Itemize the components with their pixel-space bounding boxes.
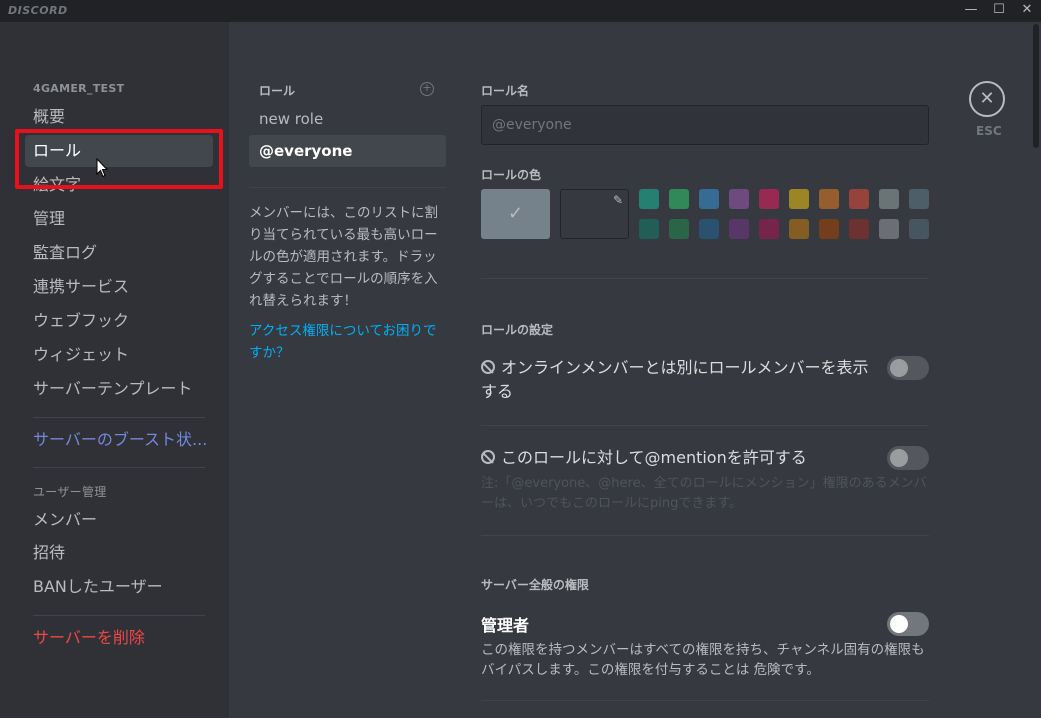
roles-list-header: ロール [259, 84, 296, 98]
role-name-label: ロール名 [481, 84, 530, 98]
sidebar-item-moderation[interactable]: 管理 [25, 203, 213, 235]
color-swatch[interactable] [639, 219, 659, 239]
role-settings-header: ロールの設定 [481, 323, 554, 337]
hoist-setting-text: オンラインメンバーとは別にロールメンバーを表示する [481, 358, 869, 401]
mention-setting-label: このロールに対して@mentionを許可する [481, 446, 871, 470]
default-color-swatch[interactable]: ✓ [481, 189, 550, 239]
sidebar-item-server-boost[interactable]: サーバーのブースト状... [25, 424, 213, 456]
minimize-button[interactable]: — [956, 0, 986, 22]
sidebar-item-delete-server[interactable]: サーバーを削除 [25, 622, 213, 654]
close-window-button[interactable]: ✕ [1012, 0, 1041, 22]
color-swatch[interactable] [639, 189, 659, 209]
sidebar-item-bans[interactable]: BANしたユーザー [25, 571, 213, 603]
toggle-knob [890, 359, 908, 377]
user-management-header: ユーザー管理 [33, 485, 107, 499]
hoist-setting-label: オンラインメンバーとは別にロールメンバーを表示する [481, 356, 871, 404]
color-swatch[interactable] [729, 189, 749, 209]
color-swatch[interactable] [669, 189, 689, 209]
section-divider [481, 535, 929, 536]
blocked-icon [481, 360, 495, 374]
permissions-help-link[interactable]: アクセス権限についてお困りですか？ [249, 320, 449, 364]
role-item-new-role[interactable]: new role [249, 103, 446, 135]
esc-label: ESC [976, 124, 1002, 138]
role-name-input[interactable]: @everyone [481, 105, 929, 145]
administrator-description: この権限を持つメンバーはすべての権限を持ち、チャンネル固有の権限もバイパスします… [481, 642, 925, 678]
color-swatch[interactable] [729, 219, 749, 239]
sidebar-item-audit-log[interactable]: 監査ログ [25, 237, 213, 269]
custom-color-swatch[interactable]: ✎ [560, 189, 629, 239]
color-palette [639, 189, 931, 241]
mention-note: 注:「@everyone、@here、全てのロールにメンション」権限のあるメンバ… [481, 476, 927, 511]
mention-toggle[interactable] [887, 446, 929, 470]
title-bar: DISCORD — ☐ ✕ [0, 0, 1041, 22]
color-swatch[interactable] [789, 189, 809, 209]
color-swatch[interactable] [669, 219, 689, 239]
color-swatch[interactable] [879, 189, 899, 209]
section-divider [481, 278, 929, 279]
color-swatch[interactable] [849, 219, 869, 239]
sidebar-item-invites[interactable]: 招待 [25, 537, 213, 569]
eyedropper-icon: ✎ [612, 193, 623, 207]
maximize-button[interactable]: ☐ [984, 0, 1014, 22]
role-item-everyone[interactable]: @everyone [249, 135, 446, 167]
mention-setting-text: このロールに対して@mentionを許可する [501, 448, 807, 467]
color-swatch[interactable] [879, 219, 899, 239]
administrator-permission-title: 管理者 [481, 616, 530, 635]
red-highlight-box [15, 129, 223, 189]
toggle-knob [890, 615, 908, 633]
section-divider [481, 425, 929, 426]
color-swatch[interactable] [699, 189, 719, 209]
color-swatch[interactable] [819, 219, 839, 239]
administrator-toggle[interactable] [887, 612, 929, 636]
sidebar-item-widget[interactable]: ウィジェット [25, 339, 213, 371]
color-swatch[interactable] [699, 219, 719, 239]
color-swatch[interactable] [789, 219, 809, 239]
color-swatch[interactable] [759, 219, 779, 239]
sidebar-divider [33, 417, 205, 418]
roles-divider [249, 187, 446, 188]
color-swatch[interactable] [909, 189, 929, 209]
roles-description: メンバーには、このリストに割り当てられている最も高いロールの色が適用されます。ド… [249, 205, 438, 309]
sidebar-divider [33, 467, 205, 468]
color-swatch[interactable] [849, 189, 869, 209]
add-role-plus-icon[interactable]: + [420, 82, 434, 96]
sidebar-item-webhooks[interactable]: ウェブフック [25, 305, 213, 337]
discord-logo: DISCORD [8, 4, 68, 17]
blocked-icon [481, 450, 495, 464]
sidebar-item-members[interactable]: メンバー [25, 504, 213, 536]
sidebar-item-server-template[interactable]: サーバーテンプレート [25, 373, 213, 405]
scrollbar[interactable] [1033, 24, 1039, 148]
sidebar-divider [33, 615, 205, 616]
hoist-toggle[interactable] [887, 356, 929, 380]
toggle-knob [890, 449, 908, 467]
color-swatch[interactable] [819, 189, 839, 209]
general-permissions-header: サーバー全般の権限 [481, 578, 589, 592]
mouse-cursor-icon [96, 158, 108, 178]
role-color-label: ロールの色 [481, 168, 542, 182]
color-swatch[interactable] [759, 189, 779, 209]
close-settings-button[interactable]: ✕ [969, 81, 1005, 117]
sidebar-item-integrations[interactable]: 連携サービス [25, 271, 213, 303]
section-divider [481, 700, 929, 701]
server-name-header: 4GAMER_TEST [33, 82, 125, 95]
color-swatch[interactable] [909, 219, 929, 239]
